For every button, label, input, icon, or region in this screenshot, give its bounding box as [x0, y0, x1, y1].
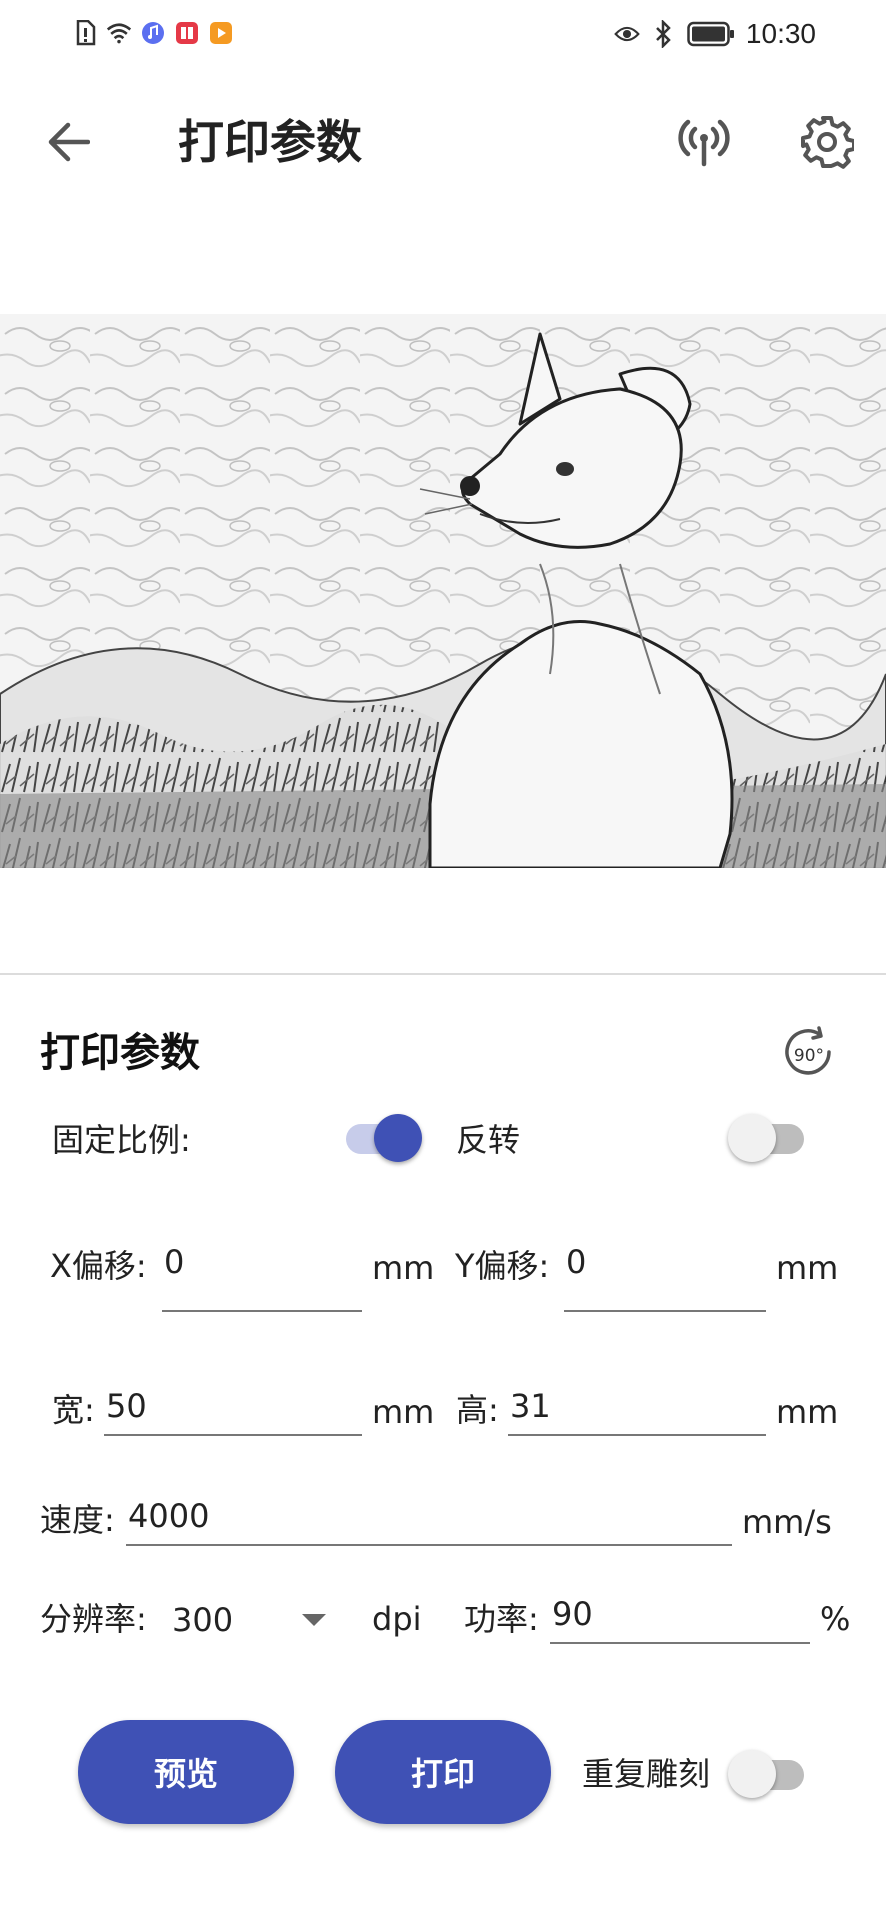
status-time: 10:30 — [745, 18, 816, 49]
speed-unit: mm/s — [742, 1503, 832, 1541]
y-offset-input[interactable] — [564, 1234, 766, 1290]
invert-switch[interactable] — [728, 1112, 808, 1162]
speed-field[interactable] — [126, 1488, 732, 1546]
repeat-engrave-switch[interactable] — [728, 1748, 808, 1798]
switch-thumb — [374, 1114, 422, 1162]
power-input[interactable] — [550, 1586, 810, 1642]
x-offset-input[interactable] — [162, 1234, 362, 1290]
width-input[interactable] — [104, 1378, 362, 1434]
width-field[interactable] — [104, 1378, 362, 1436]
system-icons: 10:30 — [614, 18, 816, 50]
x-offset-label: X偏移: — [50, 1247, 147, 1285]
height-label: 高: — [456, 1391, 499, 1429]
fixed-ratio-switch[interactable] — [342, 1112, 422, 1162]
rotate-icon: 90° — [785, 1026, 831, 1075]
panel-divider — [0, 973, 886, 975]
engraving-preview-image — [0, 314, 886, 868]
eye-icon — [614, 21, 640, 47]
speed-label: 速度: — [40, 1501, 115, 1539]
notification-icons — [72, 20, 234, 46]
app-toolbar: 打印参数 — [0, 92, 886, 188]
y-offset-field[interactable] — [564, 1234, 766, 1312]
repeat-engrave-label: 重复雕刻 — [582, 1755, 711, 1793]
fixed-ratio-label: 固定比例: — [52, 1121, 191, 1159]
settings-button[interactable] — [793, 108, 861, 176]
bluetooth-icon — [650, 20, 676, 48]
battery-icon — [686, 21, 736, 47]
print-button[interactable]: 打印 — [335, 1720, 551, 1824]
gear-icon — [801, 116, 854, 169]
x-offset-field[interactable] — [162, 1234, 362, 1312]
back-button[interactable] — [36, 110, 100, 174]
rotate-90-button[interactable]: 90° — [780, 1025, 838, 1083]
sim-alert-icon — [72, 20, 98, 46]
power-label: 功率: — [464, 1600, 539, 1638]
height-unit: mm — [776, 1393, 839, 1431]
resolution-unit: dpi — [372, 1600, 422, 1638]
switch-thumb — [728, 1750, 776, 1798]
switch-thumb — [728, 1114, 776, 1162]
antenna-icon — [678, 119, 730, 167]
connection-button[interactable] — [670, 108, 738, 176]
resolution-value: 300 — [172, 1601, 234, 1639]
power-unit: % — [820, 1600, 851, 1638]
rotate-label: 90° — [794, 1046, 824, 1066]
dropdown-arrow-icon — [302, 1614, 326, 1626]
power-field[interactable] — [550, 1586, 810, 1644]
resolution-label: 分辨率: — [40, 1600, 147, 1638]
invert-label: 反转 — [456, 1121, 521, 1159]
page-title: 打印参数 — [178, 115, 362, 169]
width-unit: mm — [372, 1393, 435, 1431]
arrow-left-icon — [48, 122, 90, 162]
book-app-icon — [174, 20, 200, 46]
fox-sketch-image — [0, 314, 886, 868]
speed-input[interactable] — [126, 1488, 732, 1544]
y-offset-label: Y偏移: — [455, 1247, 550, 1285]
music-app-icon — [140, 20, 166, 46]
video-app-icon — [208, 20, 234, 46]
height-field[interactable] — [508, 1378, 766, 1436]
width-label: 宽: — [52, 1391, 95, 1429]
preview-button[interactable]: 预览 — [78, 1720, 294, 1824]
wifi-icon — [106, 20, 132, 46]
height-input[interactable] — [508, 1378, 766, 1434]
panel-title: 打印参数 — [40, 1030, 200, 1076]
resolution-dropdown[interactable]: 300 — [166, 1594, 336, 1648]
y-offset-unit: mm — [776, 1249, 839, 1287]
x-offset-unit: mm — [372, 1249, 435, 1287]
status-bar: 10:30 — [0, 0, 886, 72]
